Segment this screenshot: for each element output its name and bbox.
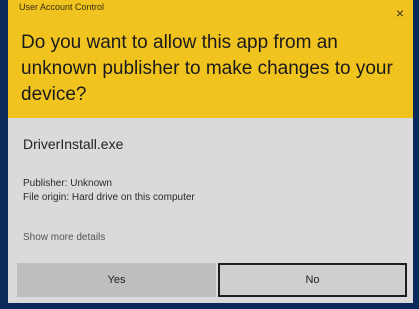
show-more-details-link[interactable]: Show more details [23,232,105,243]
no-button-label: No [305,274,320,286]
uac-dialog: User Account Control × Do you want to al… [8,0,413,303]
yes-button-label: Yes [107,274,126,286]
dialog-header: User Account Control × Do you want to al… [8,0,413,118]
dialog-title: User Account Control [19,2,105,12]
screen-background: User Account Control × Do you want to al… [0,0,419,309]
app-metadata: Publisher: Unknown File origin: Hard dri… [23,177,195,205]
no-button[interactable]: No [218,263,407,297]
file-origin-text: File origin: Hard drive on this computer [23,192,195,203]
publisher-text: Publisher: Unknown [23,178,112,189]
close-icon[interactable]: × [391,4,409,22]
app-name: DriverInstall.exe [23,136,124,152]
yes-button[interactable]: Yes [17,263,216,297]
prompt-question: Do you want to allow this app from an un… [21,32,393,105]
